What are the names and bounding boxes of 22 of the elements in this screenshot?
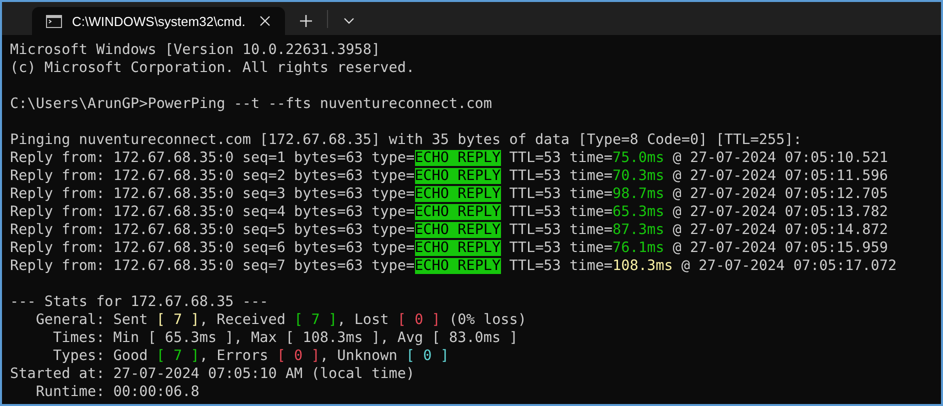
terminal-line: Reply from: 172.67.68.35:0 seq=6 bytes=63 type=ECHO REPLY TTL=53 time=76.1ms @ 27-07-2024 07:05:15.959 [10, 239, 889, 257]
close-icon [260, 16, 270, 26]
terminal-line: Microsoft Windows [Version 10.0.22631.3958] [10, 41, 382, 59]
terminal-line: Reply from: 172.67.68.35:0 seq=1 bytes=63 type=ECHO REPLY TTL=53 time=75.0ms @ 27-07-2024 07:05:10.521 [10, 149, 889, 167]
terminal-line: Pinging nuventureconnect.com [172.67.68.35] with 35 bytes of data [Type=8 Code=0] [TTL=255]: [10, 131, 803, 149]
terminal-line: Times: Min [ 65.3ms ], Max [ 108.3ms ], Avg [ 83.0ms ] [52, 329, 519, 347]
terminal-line: (c) Microsoft Corporation. All rights reserved. [10, 59, 416, 77]
terminal-line: Reply from: 172.67.68.35:0 seq=3 bytes=63 type=ECHO REPLY TTL=53 time=98.7ms @ 27-07-2024 07:05:12.705 [10, 185, 889, 203]
terminal-line: Started at: 27-07-2024 07:05:10 AM (local time) [10, 365, 416, 383]
terminal-line: General: Sent [ 7 ], Received [ 7 ], Lost [ 0 ] (0% loss) [34, 311, 528, 329]
terminal-line: C:\Users\ArunGP>PowerPing --t --fts nuventureconnect.com [10, 95, 494, 113]
terminal-line: Types: Good [ 7 ], Errors [ 0 ], Unknown [ 0 ] [52, 347, 450, 365]
terminal-line: Reply from: 172.67.68.35:0 seq=5 bytes=63 type=ECHO REPLY TTL=53 time=87.3ms @ 27-07-2024 07:05:14.872 [10, 221, 889, 239]
terminal-line: Reply from: 172.67.68.35:0 seq=7 bytes=63 type=ECHO REPLY TTL=53 time=108.3ms @ 27-07-2024 07:05:17.072 [10, 257, 898, 275]
tab[interactable]: C:\WINDOWS\system32\cmd. [32, 7, 286, 35]
terminal-line: Reply from: 172.67.68.35:0 seq=2 bytes=63 type=ECHO REPLY TTL=53 time=70.3ms @ 27-07-2024 07:05:11.596 [10, 167, 889, 185]
terminal-icon [46, 14, 62, 28]
chevron-icon [344, 18, 354, 24]
terminal-line: --- Stats for 172.67.68.35 --- [10, 293, 270, 311]
terminal-line: Reply from: 172.67.68.35:0 seq=4 bytes=63 type=ECHO REPLY TTL=53 time=65.3ms @ 27-07-2024 07:05:13.782 [10, 203, 889, 221]
plus-icon [300, 15, 312, 27]
terminal-line: Runtime: 00:00:06.8 [34, 383, 200, 401]
